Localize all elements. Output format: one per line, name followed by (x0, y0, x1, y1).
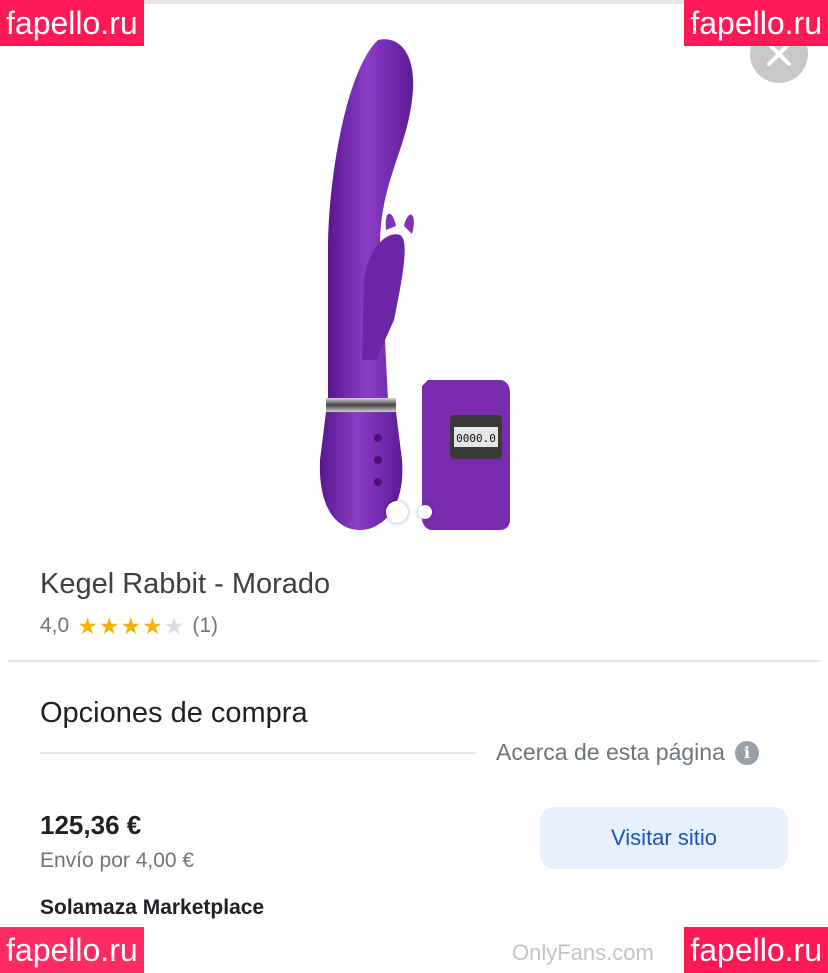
info-icon: i (734, 740, 759, 765)
star-icon: ★ (98, 612, 120, 639)
watermark-top-right: fapello.ru (684, 0, 828, 46)
product-image[interactable]: 0000.0 (150, 30, 670, 540)
price: 125,36 € (40, 810, 142, 840)
shipping-cost: Envío por 4,00 € (40, 849, 195, 872)
buying-options-heading: Opciones de compra (40, 697, 308, 729)
remote-display-text: 0000.0 (456, 432, 496, 445)
review-count[interactable]: (1) (192, 614, 218, 638)
about-label: Acerca de esta página (496, 739, 725, 765)
heading-divider (40, 752, 476, 754)
carousel-dot-active[interactable] (386, 501, 408, 523)
section-divider (8, 660, 820, 662)
rating-stars: ★ ★ ★ ★ ★ (77, 612, 185, 639)
carousel-dot[interactable] (418, 505, 432, 519)
rating-row[interactable]: 4,0 ★ ★ ★ ★ ★ (1) (40, 614, 218, 638)
star-empty-icon: ★ (163, 612, 185, 639)
star-icon: ★ (77, 612, 98, 639)
star-icon: ★ (120, 612, 142, 639)
rating-value: 4,0 (40, 614, 70, 637)
seller-name[interactable]: Solamaza Marketplace (40, 896, 264, 920)
about-this-page-link[interactable]: Acerca de esta página i (496, 739, 759, 766)
onlyfans-watermark: OnlyFans.com (512, 940, 654, 965)
watermark-bottom-right: fapello.ru (684, 927, 828, 973)
watermark-top-left: fapello.ru (0, 0, 144, 46)
visit-site-button[interactable]: Visitar sitio (540, 807, 788, 869)
star-icon: ★ (142, 612, 163, 639)
product-title: Kegel Rabbit - Morado (40, 568, 331, 600)
watermark-bottom-left: fapello.ru (0, 927, 144, 973)
carousel-indicator (386, 501, 432, 523)
